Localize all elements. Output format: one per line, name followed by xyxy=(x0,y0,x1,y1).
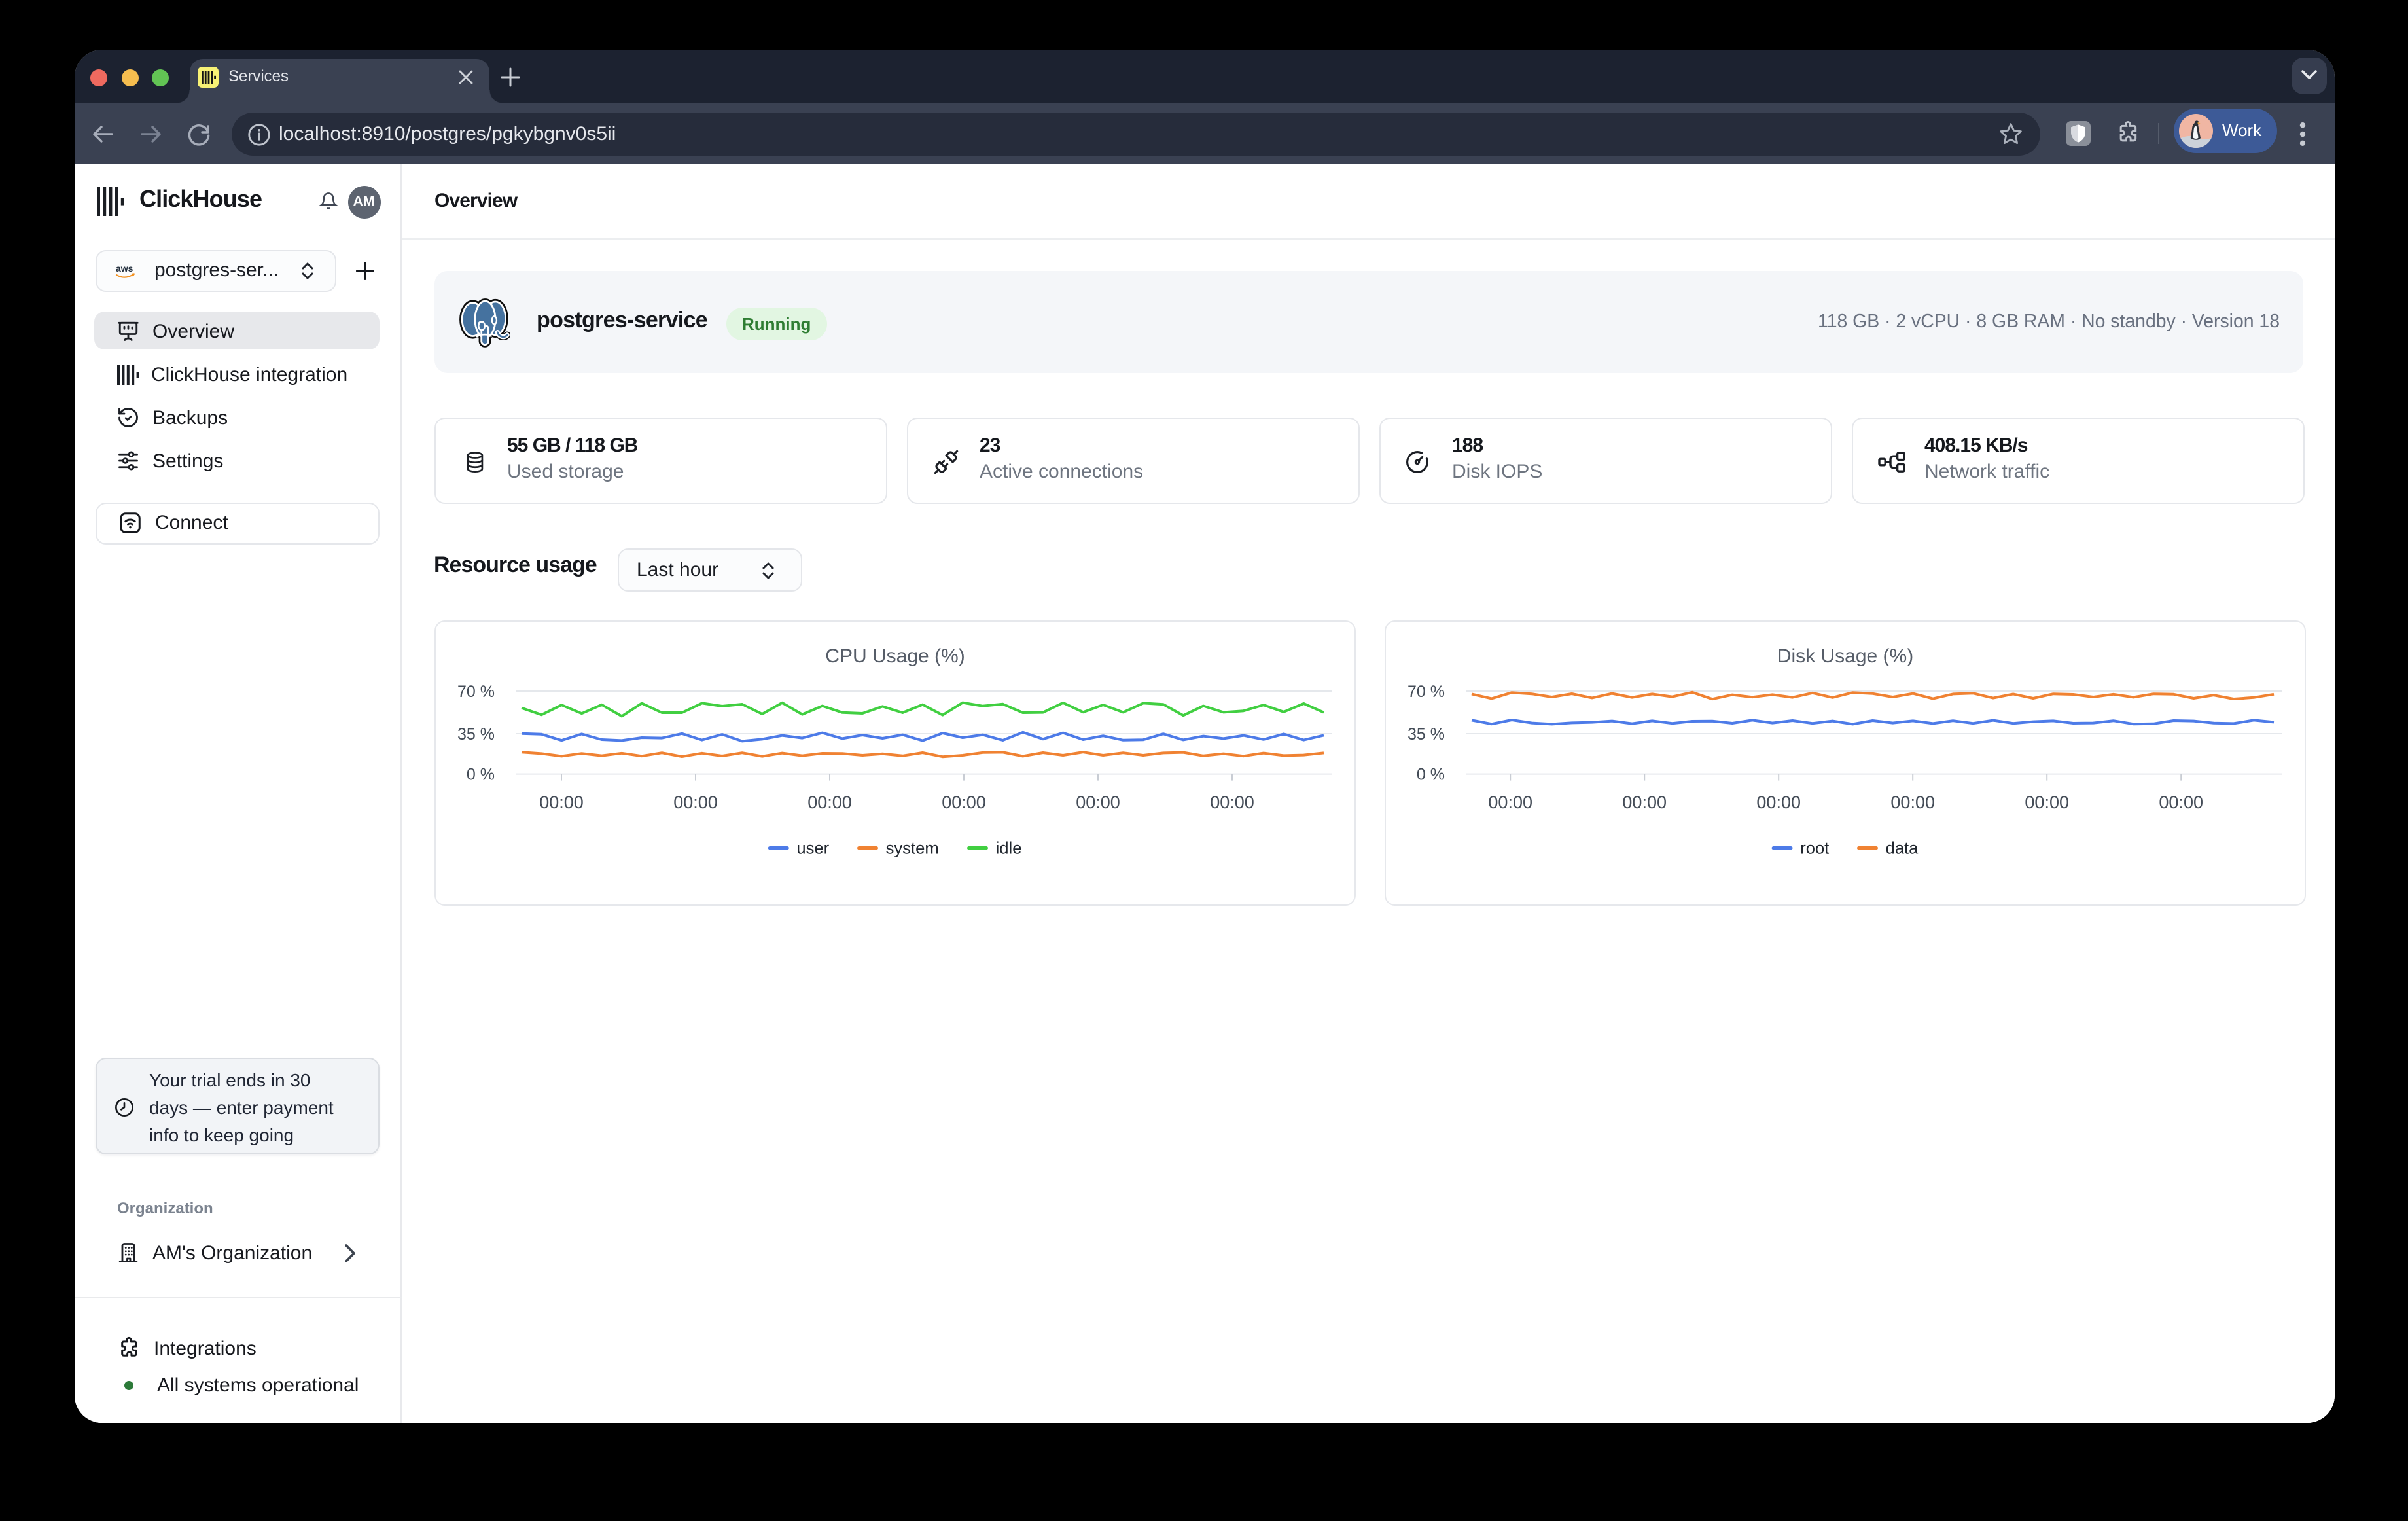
svg-text:00:00: 00:00 xyxy=(1756,793,1800,812)
svg-text:root: root xyxy=(1799,840,1828,858)
svg-text:aws: aws xyxy=(115,262,133,273)
svg-text:00:00: 00:00 xyxy=(1487,793,1532,812)
svg-text:0 %: 0 % xyxy=(1416,766,1444,784)
svg-text:00:00: 00:00 xyxy=(1075,793,1120,812)
svg-text:system: system xyxy=(885,840,938,858)
svg-text:00:00: 00:00 xyxy=(1209,793,1254,812)
svg-text:0 %: 0 % xyxy=(466,766,494,784)
svg-text:user: user xyxy=(796,840,828,858)
svg-text:Disk Usage (%): Disk Usage (%) xyxy=(1777,645,1913,667)
svg-text:00:00: 00:00 xyxy=(1621,793,1666,812)
svg-text:CPU Usage (%): CPU Usage (%) xyxy=(824,645,964,667)
svg-text:70 %: 70 % xyxy=(457,683,494,701)
svg-text:00:00: 00:00 xyxy=(539,793,583,812)
svg-text:data: data xyxy=(1885,840,1919,858)
svg-text:35 %: 35 % xyxy=(1407,725,1444,743)
svg-text:idle: idle xyxy=(995,840,1021,858)
svg-text:35 %: 35 % xyxy=(457,725,494,743)
svg-text:00:00: 00:00 xyxy=(807,793,851,812)
svg-text:00:00: 00:00 xyxy=(941,793,985,812)
svg-text:70 %: 70 % xyxy=(1407,683,1444,701)
svg-text:00:00: 00:00 xyxy=(673,793,717,812)
svg-text:00:00: 00:00 xyxy=(2158,793,2203,812)
svg-text:00:00: 00:00 xyxy=(1890,793,1934,812)
svg-text:00:00: 00:00 xyxy=(2024,793,2068,812)
